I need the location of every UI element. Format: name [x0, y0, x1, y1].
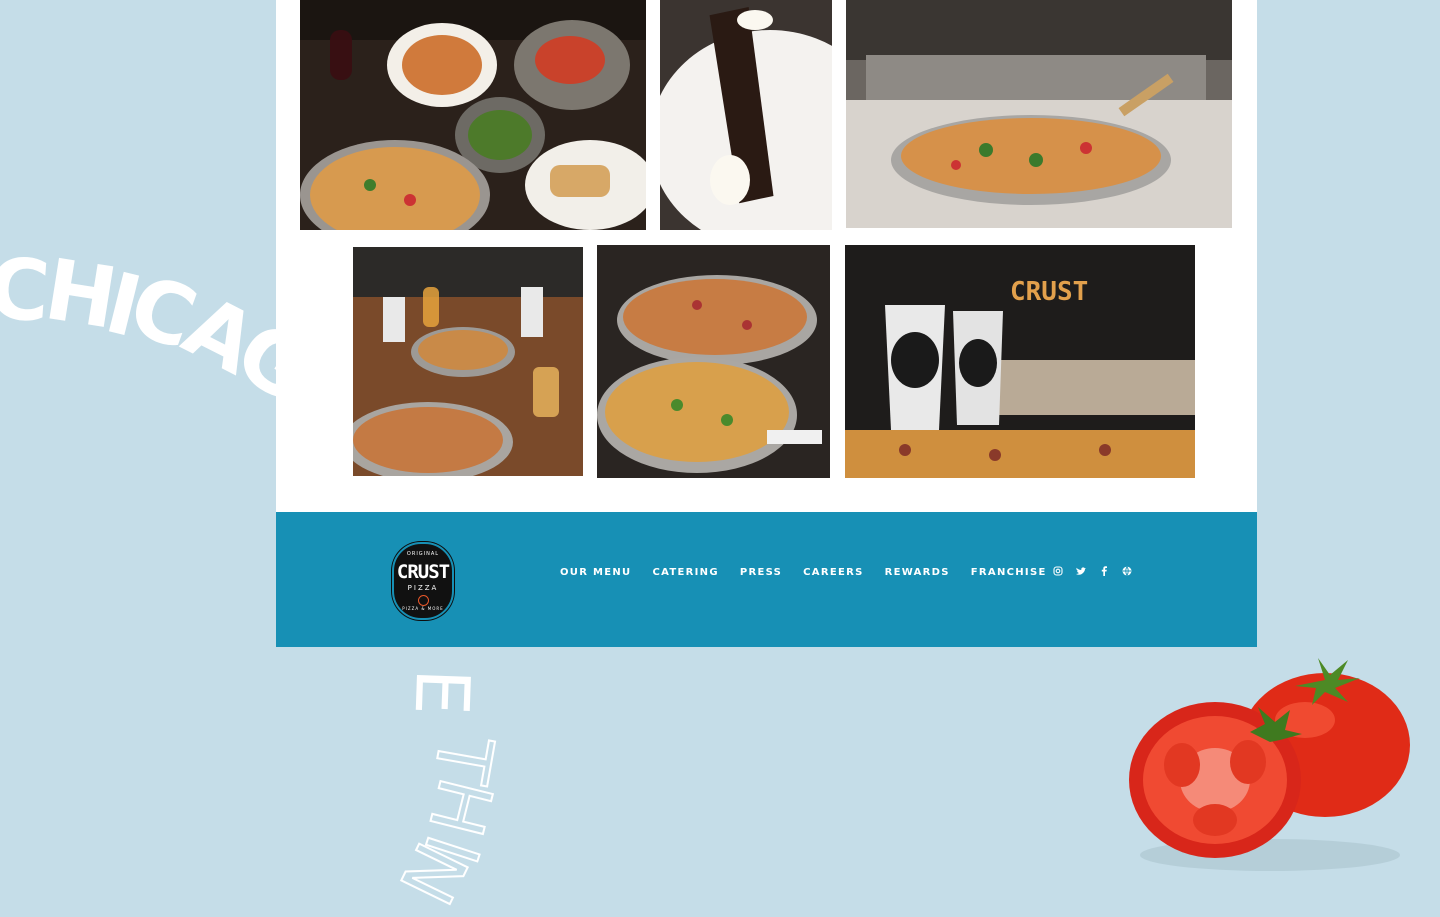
instagram-icon[interactable]	[1051, 564, 1065, 578]
site-footer: ORIGINAL CRUST PIZZA PIZZA & MORE OUR ME…	[276, 512, 1257, 647]
tomato-illustration	[1120, 650, 1420, 880]
gallery-card: CRUST	[276, 0, 1257, 512]
pizza-counter-photo[interactable]	[846, 0, 1232, 228]
two-pizzas-photo[interactable]	[597, 245, 830, 478]
bg-letter: E	[397, 667, 486, 717]
diners-photo[interactable]	[353, 247, 583, 476]
cannoli-photo[interactable]	[660, 0, 832, 230]
globe-icon[interactable]	[1120, 564, 1134, 578]
nav-rewards[interactable]: REWARDS	[885, 567, 950, 578]
logo-arc-bottom: PIZZA & MORE	[402, 606, 444, 611]
svg-text:CRUST: CRUST	[1010, 277, 1088, 307]
crust-cups-photo[interactable]: CRUST	[845, 245, 1195, 478]
footer-nav: OUR MENU CATERING PRESS CAREERS REWARDS …	[560, 567, 1068, 578]
nav-franchise[interactable]: FRANCHISE	[971, 567, 1047, 578]
logo-dot-icon	[418, 595, 429, 606]
twitter-icon[interactable]	[1074, 564, 1088, 578]
nav-careers[interactable]: CAREERS	[803, 567, 863, 578]
nav-our-menu[interactable]: OUR MENU	[560, 567, 631, 578]
logo-brand: CRUST	[396, 561, 450, 583]
social-links	[1051, 564, 1143, 578]
crust-pizza-logo[interactable]: ORIGINAL CRUST PIZZA PIZZA & MORE	[392, 542, 454, 620]
logo-arc-top: ORIGINAL	[406, 551, 440, 557]
facebook-icon[interactable]	[1097, 564, 1111, 578]
logo-sub: PIZZA	[407, 584, 439, 592]
table-spread-photo[interactable]	[300, 0, 646, 230]
nav-catering[interactable]: CATERING	[652, 567, 718, 578]
nav-press[interactable]: PRESS	[740, 567, 782, 578]
